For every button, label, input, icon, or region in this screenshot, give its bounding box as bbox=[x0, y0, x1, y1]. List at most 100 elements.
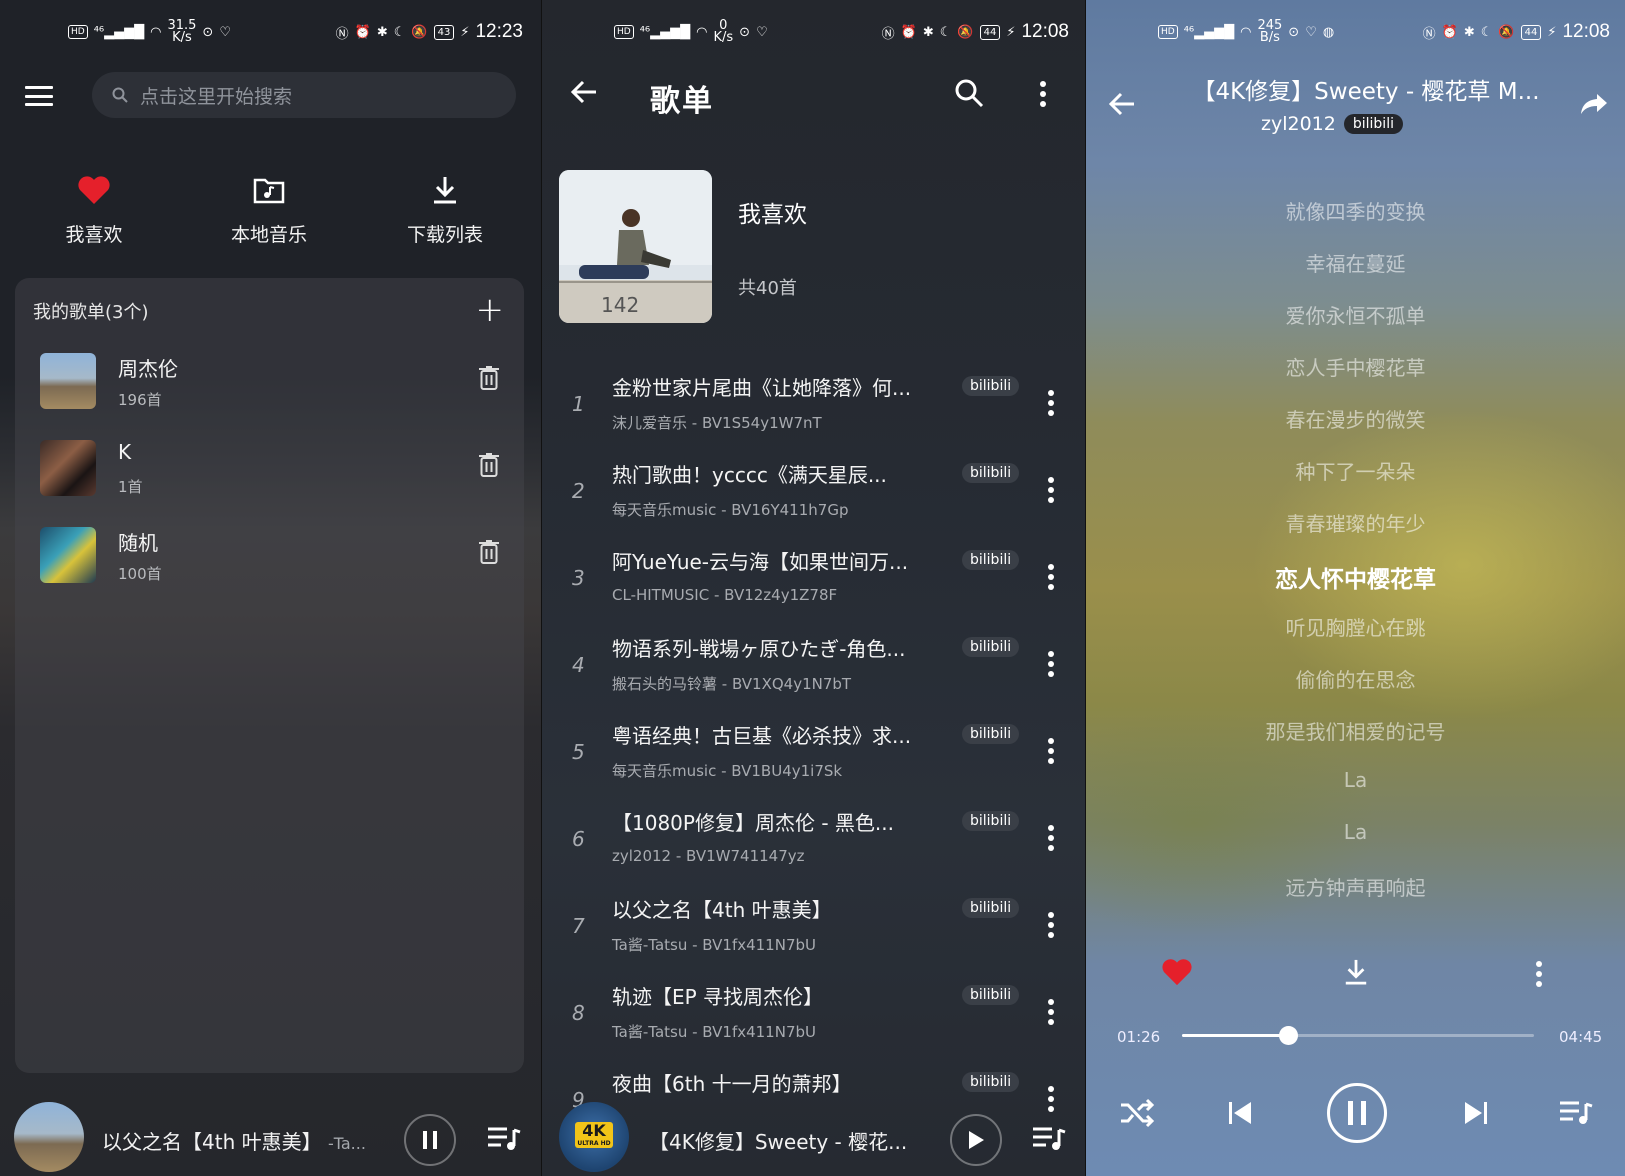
mini-player-artwork[interactable] bbox=[14, 1102, 84, 1172]
quick-link-downloads[interactable]: 下载列表 bbox=[375, 170, 515, 247]
download-icon[interactable] bbox=[1343, 958, 1369, 986]
playlist-item[interactable]: K 1首 bbox=[40, 440, 500, 500]
playlist-item[interactable]: 随机 100首 bbox=[40, 527, 500, 587]
quick-link-label: 我喜欢 bbox=[65, 224, 123, 246]
mini-player-title: 以父之名【4th 叶惠美】 -Ta... bbox=[102, 1130, 366, 1154]
alarm-icon: ⏰ bbox=[1441, 24, 1458, 40]
song-title: 物语系列-戦場ヶ原ひたぎ-角色... bbox=[612, 637, 906, 661]
song-title: 粤语经典！古巨基《必杀技》求... bbox=[612, 724, 912, 748]
song-title: 【1080P修复】周杰伦 - 黑色... bbox=[612, 811, 894, 835]
playlist-item[interactable]: 周杰伦 196首 bbox=[40, 353, 500, 413]
mini-player[interactable]: 以父之名【4th 叶惠美】 -Ta... bbox=[0, 1088, 541, 1176]
status-bar: HD ⁴⁶▂▄▆█ ◠ 0 K/s ⊙ ♡ Ⓝ ⏰ ✱ ☾ 🔕 44 ⚡ 12:0… bbox=[614, 14, 1069, 50]
bluetooth-icon: ✱ bbox=[922, 24, 934, 40]
pause-button[interactable] bbox=[1327, 1083, 1387, 1143]
elapsed-time: 01:26 bbox=[1117, 1028, 1161, 1046]
progress-slider[interactable] bbox=[1182, 1026, 1534, 1045]
source-badge: bilibili bbox=[962, 463, 1020, 483]
song-row[interactable]: 3 阿YueYue-云与海【如果世间万... CL-HITMUSIC - BV12z… bbox=[542, 536, 1085, 623]
song-subtitle: zyl2012 - BV1W741147yz bbox=[612, 847, 805, 865]
playlist-cover: 142 bbox=[559, 170, 712, 323]
queue-icon[interactable] bbox=[1559, 1100, 1593, 1126]
search-input[interactable]: 点击这里开始搜索 bbox=[92, 72, 516, 118]
lyric-line: 爱你永恒不孤单 bbox=[1285, 304, 1426, 328]
playlist-count: 1首 bbox=[118, 478, 143, 496]
progress-knob[interactable] bbox=[1279, 1026, 1299, 1045]
previous-track-icon[interactable] bbox=[1228, 1101, 1252, 1125]
quick-link-favorites[interactable]: 我喜欢 bbox=[24, 170, 164, 247]
back-arrow-icon[interactable] bbox=[570, 80, 598, 104]
search-placeholder: 点击这里开始搜索 bbox=[140, 85, 293, 108]
song-row[interactable]: 6 【1080P修复】周杰伦 - 黑色... zyl2012 - BV1W74114… bbox=[542, 797, 1085, 884]
play-status-icon: ⊙ bbox=[1288, 24, 1300, 40]
search-icon bbox=[112, 87, 128, 103]
trash-icon[interactable] bbox=[478, 365, 500, 391]
library-screen: HD ⁴⁶▂▄▆█ ◠ 31.5 K/s ⊙ ♡ Ⓝ ⏰ ✱ ☾ 🔕 43 ⚡ 1… bbox=[0, 0, 541, 1176]
song-row[interactable]: 4 物语系列-戦場ヶ原ひたぎ-角色... 搬石头的马铃薯 - BV1XQ4y1N7b… bbox=[542, 623, 1085, 710]
song-number: 4 bbox=[572, 653, 585, 677]
more-vertical-icon[interactable] bbox=[1047, 390, 1055, 416]
clock: 12:08 bbox=[1021, 21, 1069, 42]
song-subtitle: 沫儿爱音乐 - BV1S54y1W7nT bbox=[612, 414, 822, 432]
song-row[interactable]: 2 热门歌曲！ycccc《满天星辰... 每天音乐music - BV16Y411h… bbox=[542, 449, 1085, 536]
pause-button[interactable] bbox=[404, 1114, 456, 1166]
search-icon[interactable] bbox=[954, 78, 984, 108]
trash-icon[interactable] bbox=[478, 452, 500, 478]
next-track-icon[interactable] bbox=[1464, 1101, 1488, 1125]
more-vertical-icon[interactable] bbox=[1535, 960, 1543, 988]
playlist-screen: HD ⁴⁶▂▄▆█ ◠ 0 K/s ⊙ ♡ Ⓝ ⏰ ✱ ☾ 🔕 44 ⚡ 12:0… bbox=[542, 0, 1085, 1176]
more-vertical-icon[interactable] bbox=[1047, 738, 1055, 764]
source-badge: bilibili bbox=[1343, 114, 1403, 134]
lyric-line-current: 恋人怀中樱花草 bbox=[1275, 567, 1436, 593]
signal-icon: ⁴⁶▂▄▆█ bbox=[639, 24, 691, 40]
play-button[interactable] bbox=[950, 1114, 1002, 1166]
mute-icon: 🔕 bbox=[411, 24, 428, 40]
song-subtitle: Ta酱-Tatsu - BV1fx411N7bU bbox=[612, 1023, 816, 1041]
artist-name[interactable]: zyl2012 bbox=[1261, 113, 1336, 135]
favorite-heart-icon[interactable] bbox=[1161, 958, 1193, 986]
more-vertical-icon[interactable] bbox=[1047, 999, 1055, 1025]
page-title: 歌单 bbox=[650, 84, 714, 119]
song-subtitle: CL-HITMUSIC - BV12z4y1Z78F bbox=[612, 586, 838, 604]
song-row[interactable]: 1 金粉世家片尾曲《让她降落》何... 沫儿爱音乐 - BV1S54y1W7nT bi… bbox=[542, 362, 1085, 449]
menu-icon[interactable] bbox=[25, 86, 53, 106]
more-vertical-icon[interactable] bbox=[1047, 477, 1055, 503]
bluetooth-icon: ✱ bbox=[1463, 24, 1475, 40]
charging-icon: ⚡ bbox=[460, 24, 470, 40]
shuffle-icon[interactable] bbox=[1119, 1098, 1155, 1128]
more-vertical-icon[interactable] bbox=[1047, 651, 1055, 677]
quick-link-local-music[interactable]: 本地音乐 bbox=[199, 170, 339, 247]
song-row[interactable]: 8 轨迹【EP 寻找周杰伦】 Ta酱-Tatsu - BV1fx411N7bU bil… bbox=[542, 971, 1085, 1058]
source-badge: bilibili bbox=[962, 985, 1020, 1005]
play-status-icon: ⊙ bbox=[739, 24, 751, 40]
share-icon[interactable] bbox=[1579, 92, 1609, 116]
more-vertical-icon[interactable] bbox=[1047, 825, 1055, 851]
lyric-line: 听见胸膛心在跳 bbox=[1285, 616, 1426, 640]
more-vertical-icon[interactable] bbox=[1047, 564, 1055, 590]
song-row[interactable]: 7 以父之名【4th 叶惠美】 Ta酱-Tatsu - BV1fx411N7bU bi… bbox=[542, 884, 1085, 971]
song-subtitle: 搬石头的马铃薯 - BV1XQ4y1N7bT bbox=[612, 675, 852, 693]
add-playlist-button[interactable]: + bbox=[476, 290, 505, 330]
more-vertical-icon[interactable] bbox=[1039, 80, 1047, 108]
source-badge: bilibili bbox=[962, 724, 1020, 744]
charging-icon: ⚡ bbox=[1006, 24, 1016, 40]
song-number: 7 bbox=[572, 914, 585, 938]
mini-player[interactable]: 4K ULTRA HD 【4K修复】Sweety - 樱花... bbox=[542, 1088, 1085, 1176]
now-playing-screen: HD ⁴⁶▂▄▆█ ◠ 245 B/s ⊙ ♡ ◍ Ⓝ ⏰ ✱ ☾ 🔕 44 ⚡ … bbox=[1086, 0, 1625, 1176]
queue-icon[interactable] bbox=[1032, 1126, 1066, 1152]
playlist-thumbnail bbox=[40, 527, 96, 583]
playlist-name: 我喜欢 bbox=[738, 202, 807, 228]
trash-icon[interactable] bbox=[478, 539, 500, 565]
playlist-name: 随机 bbox=[118, 531, 158, 555]
more-vertical-icon[interactable] bbox=[1047, 912, 1055, 938]
lyric-line: 那是我们相爱的记号 bbox=[1265, 720, 1446, 744]
song-row[interactable]: 5 粤语经典！古巨基《必杀技》求... 每天音乐music - BV1BU4y1i7… bbox=[542, 710, 1085, 797]
total-time: 04:45 bbox=[1559, 1028, 1603, 1046]
queue-icon[interactable] bbox=[487, 1126, 521, 1152]
back-arrow-icon[interactable] bbox=[1108, 92, 1136, 116]
signal-icon: ⁴⁶▂▄▆█ bbox=[1183, 24, 1235, 40]
4k-badge: 4K ULTRA HD bbox=[575, 1122, 613, 1148]
song-title: 轨迹【EP 寻找周杰伦】 bbox=[612, 985, 824, 1009]
quick-link-label: 下载列表 bbox=[406, 224, 483, 246]
mini-player-artwork[interactable]: 4K ULTRA HD bbox=[559, 1102, 629, 1172]
